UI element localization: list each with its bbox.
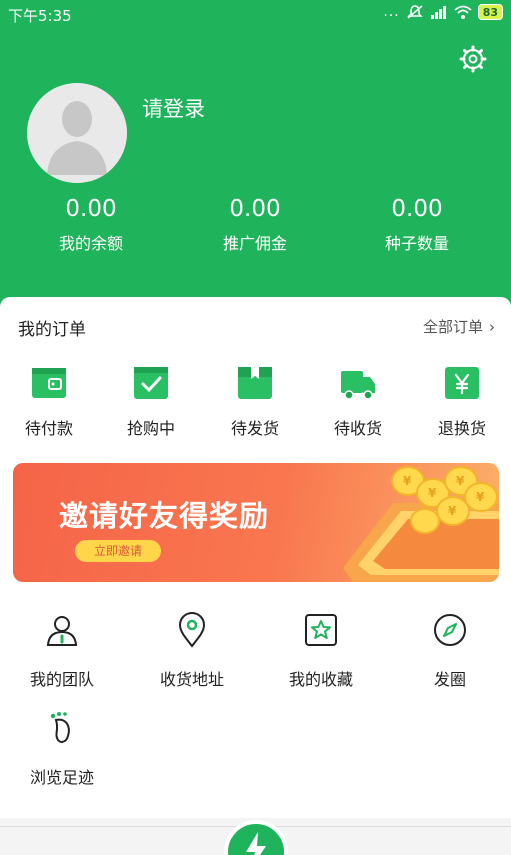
svg-text:¥: ¥ xyxy=(476,490,485,504)
stat-label: 种子数量 xyxy=(384,234,449,253)
order-awaiting-shipment[interactable]: 待发货 xyxy=(204,365,306,439)
banner-section: ¥ ¥ ¥ ¥ ¥ 邀请好友得奖励 立即邀请 xyxy=(0,450,511,596)
gear-icon[interactable] xyxy=(458,44,488,74)
invite-banner[interactable]: ¥ ¥ ¥ ¥ ¥ 邀请好友得奖励 立即邀请 xyxy=(13,463,499,582)
battery-icon: 83 xyxy=(477,4,503,20)
yen-icon xyxy=(445,367,479,399)
svg-text:¥: ¥ xyxy=(448,504,457,518)
stat-label: 推广佣金 xyxy=(222,234,287,253)
stat-value: 0.00 xyxy=(229,196,281,222)
center-tab-button[interactable] xyxy=(224,820,288,855)
login-link[interactable]: 请登录 xyxy=(142,93,205,123)
all-orders-label: 全部订单 xyxy=(422,318,483,336)
star-icon xyxy=(305,614,337,646)
order-label: 抢购中 xyxy=(126,419,175,438)
order-label: 退换货 xyxy=(437,419,486,438)
checkbox-icon xyxy=(134,367,168,399)
order-label: 待付款 xyxy=(24,419,73,438)
status-dots: ... xyxy=(383,4,400,20)
tool-label: 我的收藏 xyxy=(288,670,353,689)
invite-button[interactable]: 立即邀请 xyxy=(75,540,161,562)
tool-address[interactable]: 收货地址 xyxy=(128,612,256,690)
compass-icon xyxy=(434,614,466,646)
wifi-icon xyxy=(454,5,472,19)
orders-card: 我的订单 全部订单 › 待付款 抢购中 待发货 待收货 退换货 xyxy=(0,297,511,450)
avatar[interactable] xyxy=(27,83,127,183)
tool-label: 发圈 xyxy=(433,670,466,689)
banner-title: 邀请好友得奖励 xyxy=(59,499,270,533)
stat-value: 0.00 xyxy=(391,196,443,222)
svg-text:¥: ¥ xyxy=(403,474,412,488)
stat-commission[interactable]: 0.00 推广佣金 xyxy=(170,196,340,254)
status-time: 下午5:35 xyxy=(8,7,72,25)
svg-text:¥: ¥ xyxy=(428,486,437,500)
signal-icon xyxy=(430,6,446,19)
order-flash-sale[interactable]: 抢购中 xyxy=(100,365,202,439)
tool-label: 浏览足迹 xyxy=(29,768,94,787)
wallet-icon xyxy=(32,368,66,398)
profile-header: 下午5:35 ... 83 请登录 0.00 我的余额 0.00 推广佣金 0.… xyxy=(0,0,511,310)
tool-moments[interactable]: 发圈 xyxy=(386,612,511,690)
package-icon xyxy=(238,367,272,399)
tool-favorites[interactable]: 我的收藏 xyxy=(257,612,385,690)
location-icon xyxy=(178,612,206,648)
tool-history[interactable]: 浏览足迹 xyxy=(0,710,126,788)
status-bar: 下午5:35 ... 83 xyxy=(0,0,511,30)
stat-value: 0.00 xyxy=(65,196,117,222)
tool-my-team[interactable]: 我的团队 xyxy=(0,612,126,690)
svg-text:¥: ¥ xyxy=(456,474,465,488)
tool-label: 收货地址 xyxy=(159,670,224,689)
coins-phone-illustration: ¥ ¥ ¥ ¥ ¥ xyxy=(343,466,499,582)
chevron-right-icon: › xyxy=(489,318,495,336)
tool-label: 我的团队 xyxy=(29,670,94,689)
order-awaiting-receipt[interactable]: 待收货 xyxy=(307,365,409,439)
stat-seeds[interactable]: 0.00 种子数量 xyxy=(332,196,502,254)
orders-title: 我的订单 xyxy=(18,320,86,340)
order-label: 待收货 xyxy=(333,419,382,438)
all-orders-link[interactable]: 全部订单 › xyxy=(423,316,495,337)
tools-grid: 我的团队 收货地址 我的收藏 发圈 浏览足迹 xyxy=(0,596,511,818)
silent-icon xyxy=(406,5,423,19)
footprint-icon xyxy=(50,712,70,743)
default-avatar-icon xyxy=(27,83,127,183)
truck-icon xyxy=(341,371,375,400)
status-icons: ... 83 xyxy=(383,4,503,20)
team-icon xyxy=(46,616,78,646)
order-label: 待发货 xyxy=(230,419,279,438)
stat-label: 我的余额 xyxy=(58,234,123,253)
order-pending-payment[interactable]: 待付款 xyxy=(0,365,100,439)
order-returns[interactable]: 退换货 xyxy=(411,365,511,439)
stat-balance[interactable]: 0.00 我的余额 xyxy=(6,196,176,254)
lightning-icon xyxy=(246,832,266,855)
